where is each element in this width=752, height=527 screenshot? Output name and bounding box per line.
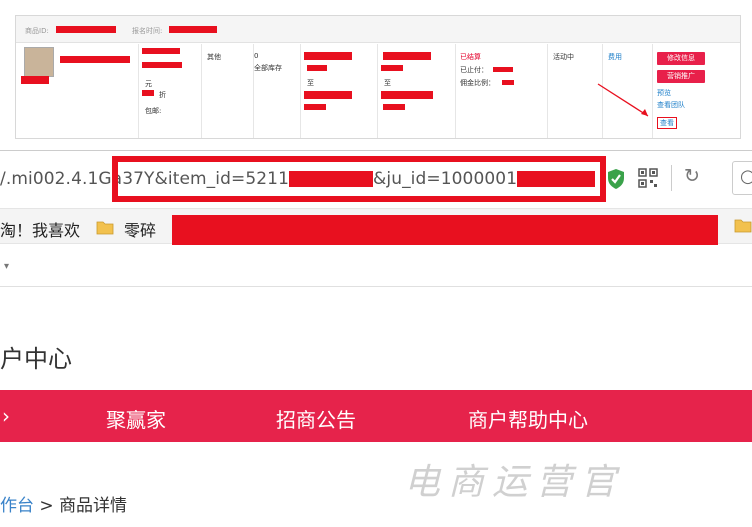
redacted-price-1 [142,48,180,54]
page-title: 户中心 [0,345,72,373]
stock-cell: 0 全部库存 [254,44,301,138]
redacted-end-2 [381,91,433,99]
to-label-2: 至 [384,79,391,87]
redacted-start-2 [383,52,431,60]
folder-icon-right[interactable] [734,217,752,233]
redacted-start-time-2 [381,65,403,71]
breadcrumb: 作台 > 商品详情 [0,491,127,516]
stock-label: 全部库存 [254,64,282,72]
shield-icon[interactable] [606,168,626,190]
address-bar: /.mi002.4.1Ga37Y&item_id=5211 &ju_id=1000… [0,151,752,206]
redacted-bookmarks [172,215,718,245]
redacted-price-2 [142,62,182,68]
to-label-1: 至 [307,79,314,87]
price-unit: 元 [145,80,152,88]
settle-status: 已结算 [460,53,481,61]
actions-cell: 修改信息 营销推广 预览 查看团队 查看 [653,44,742,138]
shipping-label: 包邮: [145,107,162,115]
redacted-product-title[interactable] [60,56,130,63]
order-panel: 商品ID: 报名时间: 元 折 包邮: 其他 0 全部库存 至 至 已结算 已止… [0,0,752,148]
redacted-signup-time [169,26,217,33]
redacted-end [304,91,352,99]
fee-link[interactable]: 费用 [608,52,622,62]
url-highlight-box [112,156,606,202]
watermark: 电商运营官 [404,462,625,503]
time-range-cell-2: 至 [378,44,456,138]
redacted-end-time [304,104,326,110]
browser-window: /.mi002.4.1Ga37Y&item_id=5211 &ju_id=1000… [0,150,752,527]
redacted-end-time-2 [383,104,405,110]
redacted-paid [493,67,513,72]
reload-icon[interactable]: ↻ [684,165,700,187]
order-meta-row: 商品ID: 报名时间: [16,16,740,43]
price-cell: 元 折 包邮: [139,44,202,138]
product-cell [16,44,139,138]
product-id-label: 商品ID: [25,27,49,35]
product-thumbnail[interactable] [24,47,54,77]
discount-label: 折 [159,91,166,99]
edit-info-button[interactable]: 修改信息 [657,52,705,65]
promote-button[interactable]: 营销推广 [657,70,705,83]
url-part-1: /.mi002.4.1Ga [0,169,123,189]
settlement-cell: 已结算 已止付： 佣金比例： [456,44,548,138]
time-range-cell: 至 [301,44,378,138]
nav-edge-glyph: › [2,404,10,428]
activity-status: 活动中 [553,53,574,61]
search-box[interactable]: ○ [732,161,752,195]
bookmark-item[interactable]: 淘！我喜欢 [0,217,80,241]
commission-label: 佣金比例： [460,79,495,87]
redacted-product-id [56,26,116,33]
nav-item-help-center[interactable]: 商户帮助中心 [468,404,588,433]
annotation-arrow [597,83,649,117]
search-icon: ○ [740,166,752,187]
nav-item-juyingjia[interactable]: 聚赢家 [106,404,166,433]
category-cell: 其他 [202,44,254,138]
main-nav: › 聚赢家 招商公告 商户帮助中心 [0,390,752,442]
folder-icon [96,221,114,235]
breadcrumb-current: 商品详情 [59,496,128,516]
chevron-down-icon[interactable]: ▾ [4,261,9,272]
stock-value: 0 [254,52,259,60]
redacted-product-tag [21,76,49,84]
category-text: 其他 [207,53,221,61]
tab-strip: ▾ [0,253,752,287]
redacted-commission [502,80,514,85]
activity-cell: 活动中 [548,44,603,138]
qr-code-icon[interactable] [638,168,658,188]
redacted-discount [142,90,154,96]
redacted-start [304,52,352,60]
preview-link[interactable]: 预览 [657,88,671,98]
breadcrumb-separator: > [34,496,60,516]
breadcrumb-workbench-link[interactable]: 作台 [0,496,34,516]
bookmark-folder-label[interactable]: 零碎 [124,217,156,241]
nav-item-announcements[interactable]: 招商公告 [276,404,356,433]
signup-time-label: 报名时间: [132,27,163,35]
redacted-start-time [307,65,327,71]
paid-label: 已止付： [460,66,488,74]
view-link[interactable]: 查看 [657,117,677,129]
toolbar-divider [671,165,672,191]
view-team-link[interactable]: 查看团队 [657,100,685,110]
